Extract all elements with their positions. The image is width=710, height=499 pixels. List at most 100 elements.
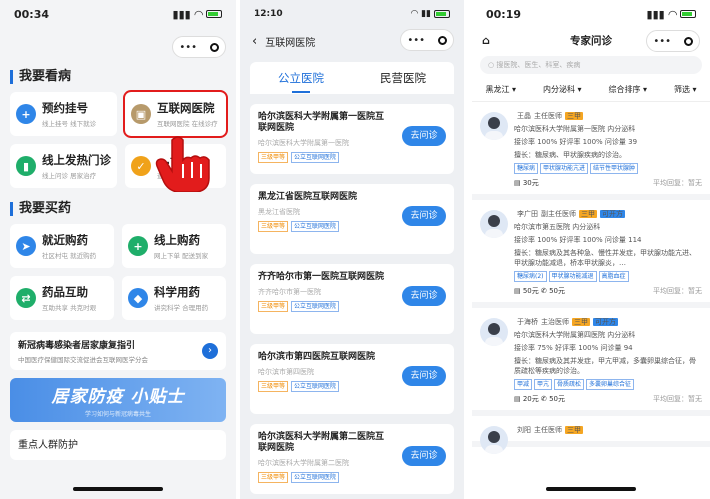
disease-tags: 甲减 甲亢 骨质疏松 多囊卵巢综合征	[514, 379, 702, 390]
doctor-expertise: 擅长：糖尿病、甲状腺疾病的诊治。	[514, 151, 626, 159]
doctor-hospital: 哈尔滨医科大学附属第一医院 内分泌科	[514, 125, 636, 133]
consult-button[interactable]: 去问诊	[402, 206, 446, 226]
hospital-card[interactable]: 哈尔滨医科大学附属第一医院互联网医院 哈尔滨医科大学附属第一医院 三级甲等 公立互联网…	[250, 104, 454, 174]
hospital-name: 哈尔滨医科大学附属第一医院互联网医院	[258, 112, 385, 133]
screen-expert-consultation: 00:19 ▮▮▮ ◠ ⌂ 专家问诊 ••• ○ 搜医院、医生、科室、疾病 黑龙…	[472, 0, 710, 499]
consult-button[interactable]: 去问诊	[402, 366, 446, 386]
hospital-tag: 三级甲等	[258, 472, 289, 483]
service-icon: ▮	[16, 156, 36, 176]
doctor-avatar	[480, 112, 508, 140]
tips-title: 居家防疫 小贴士	[51, 387, 185, 407]
close-mini-program-icon[interactable]	[209, 42, 219, 52]
filter-dropdown[interactable]: 筛选 ▾	[674, 84, 697, 95]
mini-program-capsule[interactable]: •••	[400, 29, 454, 51]
hospital-name: 哈尔滨医科大学附属第二医院互联网医院	[258, 432, 385, 453]
doctor-card[interactable]: 刘阳 主任医师 三甲	[472, 416, 710, 454]
doctor-card[interactable]: 王晶 主任医师 三甲 哈尔滨医科大学附属第一医院 内分泌科 接诊率 100% 好评率 1…	[472, 102, 710, 200]
filter-dropdown[interactable]: 综合排序 ▾	[608, 84, 647, 95]
tab-private-hospital[interactable]: 民营医院	[380, 70, 426, 86]
search-input[interactable]: ○ 搜医院、医生、科室、疾病	[480, 56, 702, 74]
phone-consult-price: 50元	[549, 287, 566, 295]
hospital-name: 齐齐哈尔市第一医院互联网医院	[258, 272, 385, 282]
service-card[interactable]: + 线上购药 网上下单 配送到家	[122, 224, 226, 268]
more-icon[interactable]: •••	[407, 35, 425, 46]
text-consult-price: 20元	[522, 395, 539, 403]
doctor-title: 副主任医师	[541, 210, 576, 218]
hospital-card[interactable]: 哈尔滨市第四医院互联网医院 哈尔滨市第四医院 三级甲等 公立互联网医院 去问诊	[250, 344, 454, 414]
disease-tag: 甲亢	[534, 379, 553, 390]
phone-consult-price: 50元	[549, 395, 566, 403]
service-text: 线上购药 网上下单 配送到家	[154, 232, 208, 260]
doctor-footer: ▤ 20元 ✆ 50元 平均回复：暂无	[514, 394, 702, 404]
doctor-badge: 可开方	[593, 318, 618, 326]
status-bar: 00:19 ▮▮▮ ◠	[472, 0, 710, 28]
hospital-tag: 三级甲等	[258, 301, 289, 312]
covid-guide-banner[interactable]: 新冠病毒感染者居家康复指引 中国医疗保健国际交流促进会互联网医学分会 ›	[10, 332, 226, 370]
hospital-card[interactable]: 哈尔滨医科大学附属第二医院互联网医院 哈尔滨医科大学附属第二医院 三级甲等 公立互联网…	[250, 424, 454, 494]
service-icon: +	[16, 104, 36, 124]
mini-program-capsule[interactable]: •••	[646, 30, 700, 52]
status-time: 00:34	[14, 7, 50, 21]
consult-button[interactable]: 去问诊	[402, 286, 446, 306]
service-card[interactable]: + 预约挂号 线上挂号 线下就诊	[10, 92, 117, 136]
doctor-badge: 三甲	[565, 426, 583, 434]
filter-dropdown[interactable]: 内分泌科 ▾	[543, 84, 582, 95]
home-prevention-tips-banner[interactable]: 居家防疫 小贴士 学习如何与新冠病毒共生	[10, 378, 226, 422]
back-arrow-icon[interactable]: ‹	[252, 34, 257, 49]
consult-button[interactable]: 去问诊	[402, 126, 446, 146]
hospital-tag: 三级甲等	[258, 221, 289, 232]
disease-tag: 甲状腺功能亢进	[540, 163, 589, 174]
status-time: 12:10	[254, 9, 283, 19]
doctor-avatar	[480, 210, 508, 238]
filter-label: 筛选	[673, 85, 690, 94]
close-mini-program-icon[interactable]	[437, 35, 447, 45]
service-icon: ◆	[128, 288, 148, 308]
more-icon[interactable]: •••	[179, 42, 197, 53]
hospital-list: 哈尔滨医科大学附属第一医院互联网医院 哈尔滨医科大学附属第一医院 三级甲等 公立互联网…	[240, 104, 464, 494]
doctor-name: 刘阳	[517, 426, 531, 434]
service-subtitle: 互联网医院 在线诊疗	[157, 120, 218, 128]
service-title: 预约挂号	[42, 101, 88, 115]
service-text: 互联网医院互联网医院 在线诊疗	[157, 100, 218, 128]
service-card[interactable]: ◆ 科学用药 讲究科学 合理用药	[122, 276, 226, 320]
more-icon[interactable]: •••	[653, 36, 671, 47]
status-time: 00:19	[486, 7, 522, 21]
disease-tag: 高脂血症	[598, 271, 629, 282]
service-subtitle: 网上下单 配送到家	[154, 252, 209, 260]
service-title: 线上发热门诊	[42, 153, 111, 167]
disease-tag: 结节性甲状腺肿	[590, 163, 639, 174]
pointing-hand-icon	[155, 136, 210, 192]
service-subtitle: 社区村屯 就近购药	[42, 252, 97, 260]
mini-program-capsule[interactable]: •••	[172, 36, 226, 58]
service-title: 互联网医院	[157, 101, 215, 115]
buy-medicine-grid: ➤ 就近购药 社区村屯 就近购药 + 线上购药 网上下单 配送到家 ⇄ 药品互助 互助共享 共克…	[0, 216, 236, 328]
doctor-avatar	[480, 318, 508, 346]
doctor-avatar	[480, 426, 508, 454]
service-card[interactable]: ▮ 线上发热门诊 线上问诊 居家治疗	[10, 144, 117, 188]
doctor-card[interactable]: 李广田 副主任医师 三甲 可开方 哈尔滨市第五医院 内分泌科 接诊率 100% 好评率 1…	[472, 200, 710, 308]
text-consult-icon: ▤	[514, 395, 523, 403]
service-card[interactable]: ▣ 互联网医院 互联网医院 在线诊疗	[123, 90, 228, 138]
filter-dropdown[interactable]: 黑龙江 ▾	[485, 84, 516, 95]
status-icons: ▮▮▮ ◠	[173, 8, 222, 21]
consult-button[interactable]: 去问诊	[402, 446, 446, 466]
service-card[interactable]: ⇄ 药品互助 互助共享 共克时艰	[10, 276, 114, 320]
disease-tag: 甲状腺功能减退	[548, 271, 597, 282]
tips-subtitle: 学习如何与新冠病毒共生	[84, 411, 151, 418]
doctor-title: 主治医师	[541, 318, 569, 326]
hospital-name: 黑龙江省医院互联网医院	[258, 192, 358, 202]
disease-tag: 糖尿病	[514, 163, 539, 174]
tab-public-hospital[interactable]: 公立医院	[278, 70, 324, 93]
status-icons: ▮▮▮ ◠	[647, 8, 696, 21]
doctor-badge: 三甲	[565, 112, 583, 120]
doctor-card[interactable]: 于海桥 主治医师 三甲 可开方 哈尔滨医科大学附属第四医院 内分泌科 接诊率 75% 好评…	[472, 308, 710, 416]
filter-label: 综合排序	[608, 85, 641, 94]
close-mini-program-icon[interactable]	[683, 36, 693, 46]
service-card[interactable]: ➤ 就近购药 社区村屯 就近购药	[10, 224, 114, 268]
hospital-card[interactable]: 齐齐哈尔市第一医院互联网医院 齐齐哈尔市第一医院 三级甲等 公立互联网医院 去问诊	[250, 264, 454, 334]
disease-tag: 骨质疏松	[554, 379, 585, 390]
hospital-tag: 公立互联网医院	[291, 301, 340, 312]
key-groups-protection-item[interactable]: 重点人群防护	[10, 430, 226, 460]
hospital-card[interactable]: 黑龙江省医院互联网医院 黑龙江省医院 三级甲等 公立互联网医院 去问诊	[250, 184, 454, 254]
home-icon[interactable]: ⌂	[482, 34, 490, 47]
